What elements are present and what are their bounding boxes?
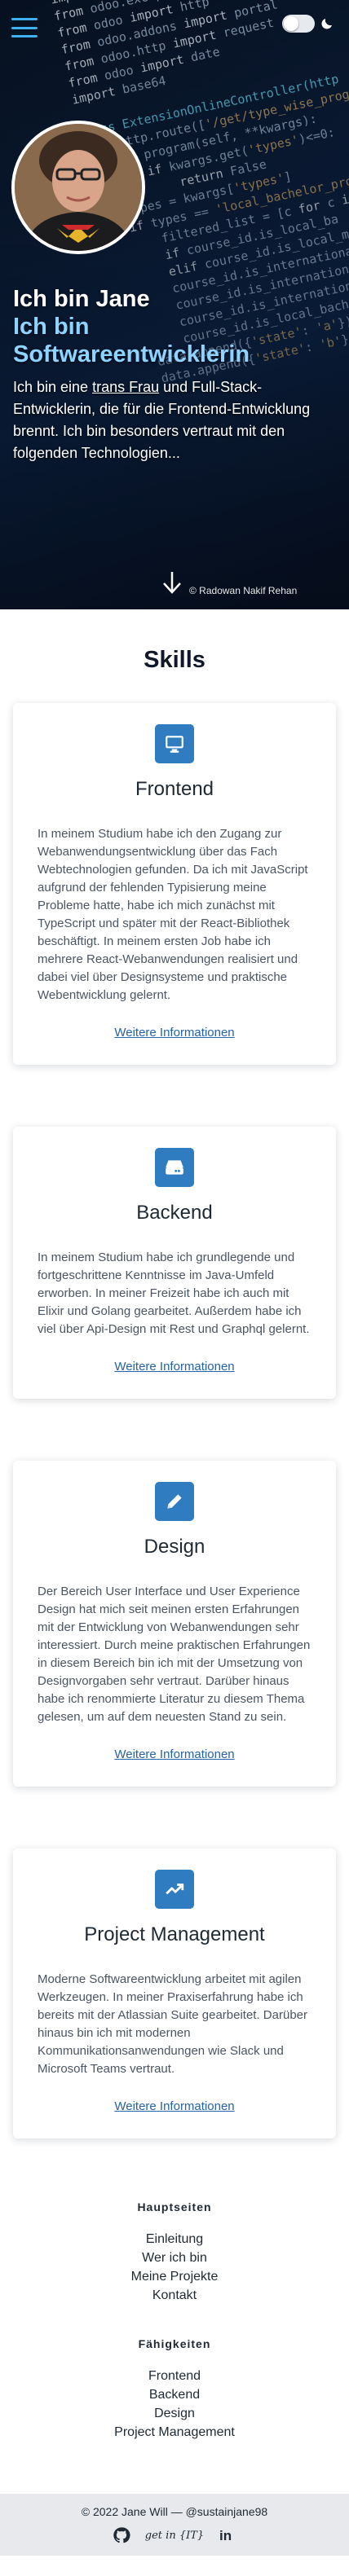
hero-text: Ich bin Jane Ich bin Softwareentwickleri… [13, 285, 338, 464]
linkedin-icon[interactable]: in [219, 2527, 236, 2543]
hero-section: import datetime from odoo.exceptions imp… [0, 0, 349, 609]
monitor-icon [155, 724, 194, 763]
skill-card-title: Design [144, 1536, 205, 1558]
skill-card-text: In meinem Studium habe ich den Zugang zu… [38, 827, 308, 1002]
hero-title: Ich bin Jane Ich bin Softwareentwickleri… [13, 285, 338, 368]
footer: Hauptseiten Einleitung Wer ich bin Meine… [0, 2200, 349, 2556]
footer-link-frontend[interactable]: Frontend [0, 2367, 349, 2385]
footer-heading-skills: Fähigkeiten [138, 2337, 211, 2350]
hero-intro: Ich bin eine trans Frau und Full-Stack-E… [13, 376, 338, 464]
footer-link-project-management[interactable]: Project Management [0, 2423, 349, 2442]
skill-card-text: In meinem Studium habe ich grundlegende … [38, 1251, 310, 1336]
skill-card-frontend: Frontend In meinem Studium habe ich den … [13, 703, 336, 1065]
hero-title-line2: Ich bin [13, 314, 90, 340]
pencil-icon [155, 1482, 194, 1521]
more-info-link-design[interactable]: Weitere Informationen [114, 1747, 234, 1761]
theme-toggle-switch[interactable] [282, 15, 315, 33]
trending-up-icon [155, 1870, 194, 1909]
avatar [11, 121, 145, 254]
copyright: © 2022 Jane Will — @sustainjane98 [81, 2505, 268, 2518]
skill-card-design: Design Der Bereich User Interface und Us… [13, 1461, 336, 1787]
hamburger-menu-icon[interactable] [11, 18, 38, 37]
avatar-photo [15, 124, 142, 251]
skill-card-project-management: Project Management Moderne Softwareentwi… [13, 1848, 336, 2139]
more-info-link-backend[interactable]: Weitere Informationen [114, 1360, 234, 1374]
theme-toggle[interactable] [282, 15, 334, 33]
footer-bar: © 2022 Jane Will — @sustainjane98 get in… [0, 2494, 349, 2556]
moon-icon [321, 19, 332, 29]
skill-card-title: Backend [136, 1202, 213, 1224]
skill-card-backend: Backend In meinem Studium habe ich grund… [13, 1127, 336, 1399]
theme-toggle-knob [284, 16, 298, 31]
social-links: get in {IT} in [0, 2526, 349, 2544]
more-info-link-project-management[interactable]: Weitere Informationen [114, 2099, 234, 2113]
hero-title-line3: Softwareentwicklerin [13, 341, 250, 367]
footer-link-who-i-am[interactable]: Wer ich bin [0, 2249, 349, 2267]
trans-woman-link[interactable]: trans Frau [92, 379, 159, 395]
scroll-down-arrow-icon[interactable] [161, 570, 183, 595]
hero-intro-start: Ich bin eine [13, 379, 93, 395]
footer-skills-list: Frontend Backend Design Project Manageme… [0, 2367, 349, 2442]
footer-link-contact[interactable]: Kontakt [0, 2286, 349, 2305]
skills-section: Skills Frontend In meinem Studium habe i… [0, 647, 349, 2139]
linkedin-label: in [219, 2528, 232, 2543]
footer-main-pages-list: Einleitung Wer ich bin Meine Projekte Ko… [0, 2230, 349, 2305]
footer-link-backend[interactable]: Backend [0, 2385, 349, 2404]
get-in-it-logo[interactable]: get in {IT} [145, 2530, 204, 2542]
skill-card-title: Frontend [135, 778, 214, 800]
footer-nav: Hauptseiten Einleitung Wer ich bin Meine… [0, 2200, 349, 2494]
github-icon[interactable] [113, 2526, 130, 2544]
photo-credit: © Radowan Nakif Rehan [189, 585, 298, 596]
footer-link-my-projects[interactable]: Meine Projekte [0, 2267, 349, 2286]
server-icon [155, 1148, 194, 1187]
footer-link-introduction[interactable]: Einleitung [0, 2230, 349, 2249]
footer-heading-main-pages: Hauptseiten [137, 2200, 212, 2213]
hero-title-line1: Ich bin Jane [13, 286, 150, 312]
footer-link-design[interactable]: Design [0, 2404, 349, 2423]
skills-title: Skills [144, 647, 205, 673]
skill-card-title: Project Management [84, 1923, 265, 1945]
skill-card-text: Der Bereich User Interface und User Expe… [38, 1585, 311, 1724]
skill-card-text: Moderne Softwareentwicklung arbeitet mit… [38, 1972, 308, 2076]
more-info-link-frontend[interactable]: Weitere Informationen [114, 1026, 234, 1040]
